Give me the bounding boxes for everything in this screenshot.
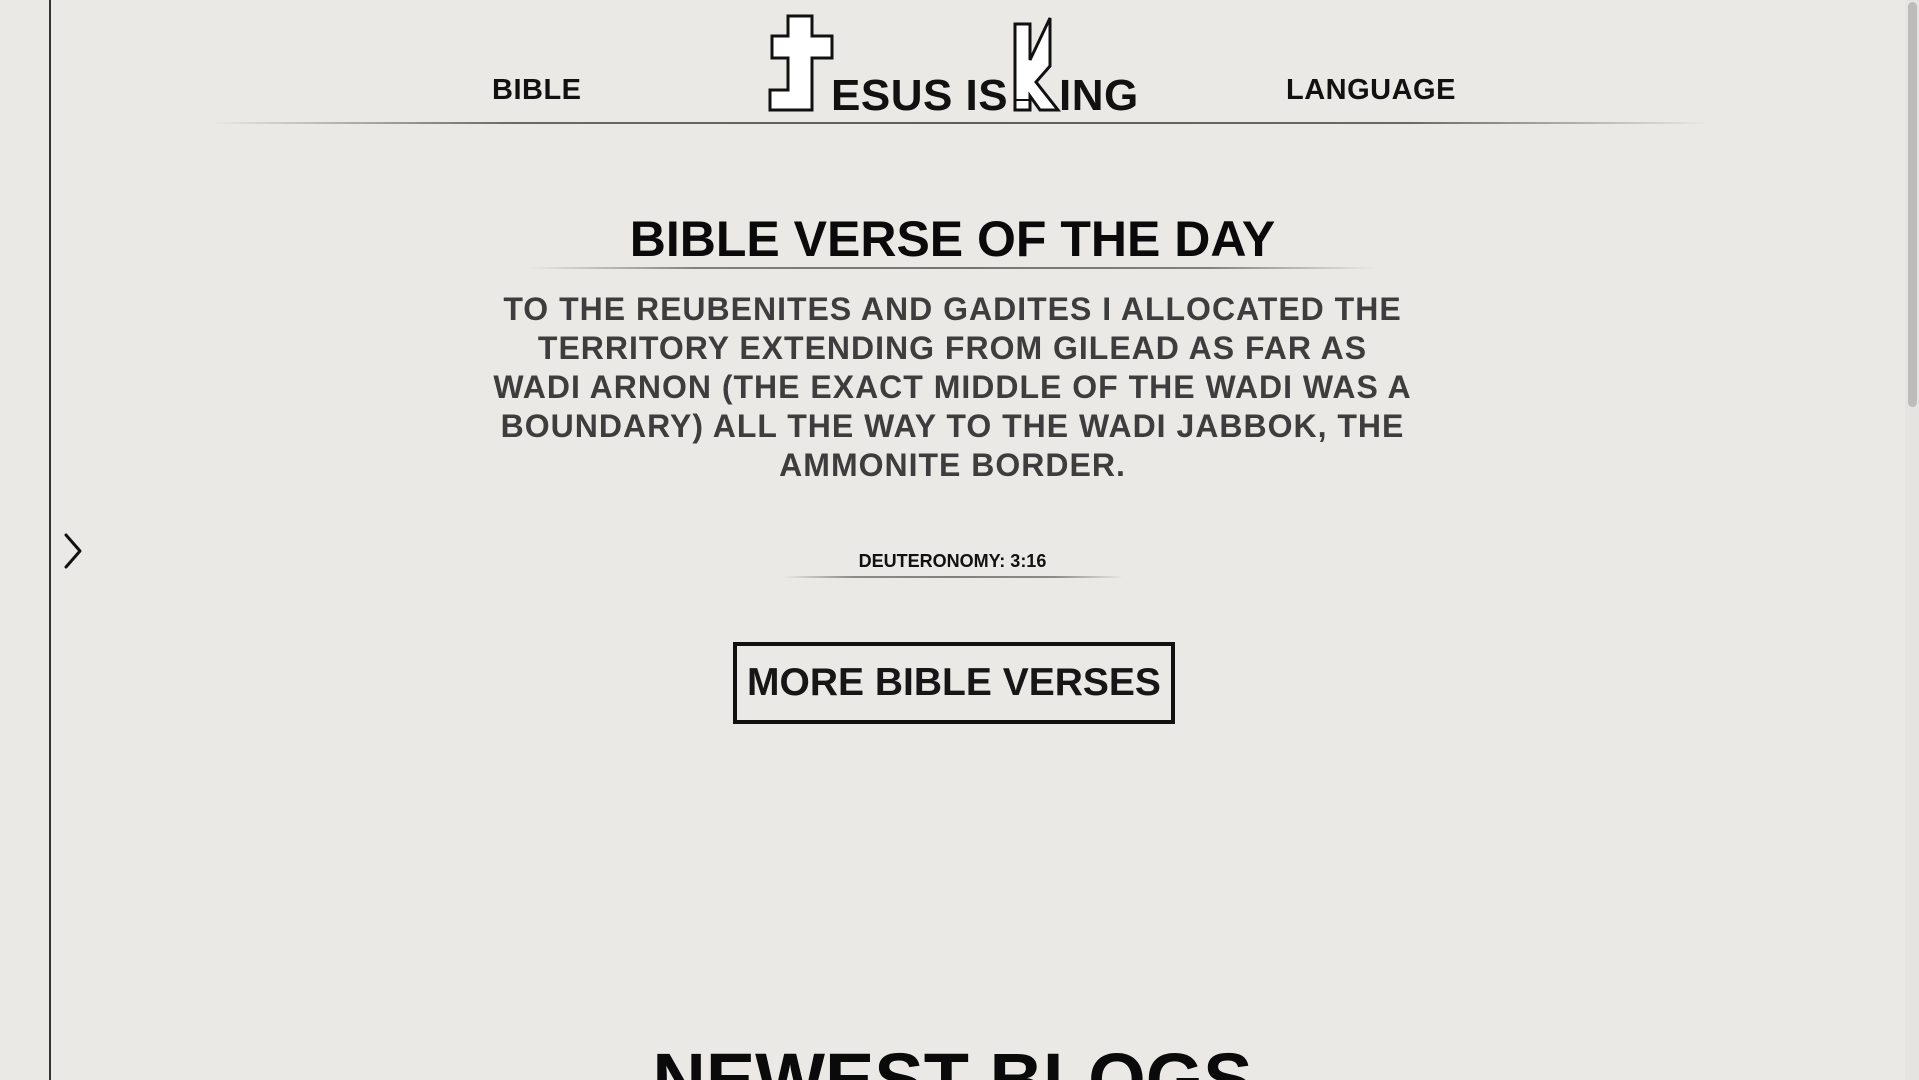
cross-icon xyxy=(768,14,834,112)
logo-text-ing: ING xyxy=(1059,71,1139,120)
verse-of-day-heading: BIBLE VERSE OF THE DAY xyxy=(629,211,1276,267)
verse-text: TO THE REUBENITES AND GADITES I ALLOCATE… xyxy=(493,291,1412,483)
verse-reference-divider xyxy=(783,576,1123,578)
nav-link-language[interactable]: LANGUAGE xyxy=(1286,74,1456,107)
logo-text-esus-is: ESUS IS xyxy=(831,71,1009,120)
newest-blogs-heading: NEWEST BLOGS xyxy=(652,1038,1253,1080)
nav-link-bible[interactable]: BIBLE xyxy=(492,74,582,107)
verse-reference: DEUTERONOMY: 3:16 xyxy=(858,551,1047,571)
verse-heading-divider xyxy=(528,267,1376,269)
left-rail-divider xyxy=(49,0,51,1080)
header-divider xyxy=(210,122,1710,124)
site-logo[interactable]: ESUS IS ING xyxy=(768,8,1148,118)
more-bible-verses-button[interactable]: MORE BIBLE VERSES xyxy=(733,642,1175,724)
site-header: BIBLE ESUS IS ING LANGUAGE xyxy=(0,0,1905,124)
stylized-k-letter xyxy=(1013,17,1062,112)
page: BIBLE ESUS IS ING LANGUAGE BIBLE VERSE O… xyxy=(0,0,1919,1080)
scrollbar-thumb[interactable] xyxy=(1908,2,1917,407)
scrollbar[interactable] xyxy=(1905,0,1919,1080)
